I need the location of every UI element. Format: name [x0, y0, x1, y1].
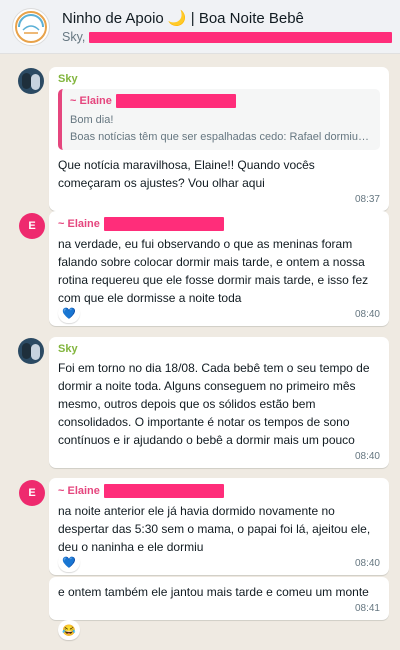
- reaction-badge[interactable]: 😂: [58, 620, 80, 640]
- message-time: 08:40: [354, 558, 380, 569]
- elaine-avatar[interactable]: E: [19, 480, 45, 506]
- message-text: na verdade, eu fui observando o que as m…: [58, 237, 369, 305]
- blue-heart-icon: 💙: [62, 556, 76, 569]
- chat-area[interactable]: Sky ~ Elaine Bom dia! Boas notícias têm …: [0, 54, 400, 650]
- sender-name[interactable]: Sky: [58, 343, 380, 355]
- message-time: 08:37: [354, 194, 380, 205]
- quoted-line-1: Bom dia!: [70, 114, 114, 126]
- message-bubble[interactable]: ~ Elaine na noite anterior ele já havia …: [49, 478, 389, 575]
- sender-name[interactable]: Sky: [58, 73, 380, 85]
- sender-header[interactable]: ~ Elaine: [58, 484, 380, 498]
- message-time: 08:40: [354, 309, 380, 320]
- message-time: 08:41: [354, 603, 380, 614]
- message-text: Que notícia maravilhosa, Elaine!! Quando…: [58, 158, 315, 190]
- sender-name[interactable]: ~ Elaine: [58, 218, 100, 230]
- redacted-participants: [89, 31, 392, 43]
- group-logo-icon: [15, 10, 47, 43]
- quoted-author-name: ~ Elaine: [70, 95, 112, 107]
- message-text: Foi em torno no dia 18/08. Cada bebê tem…: [58, 361, 370, 447]
- chat-title: Ninho de Apoio 🌙 | Boa Noite Bebê: [62, 10, 304, 27]
- elaine-avatar[interactable]: E: [19, 213, 45, 239]
- reaction-badge[interactable]: 💙: [58, 552, 80, 572]
- redacted-name: [103, 217, 224, 231]
- message-bubble[interactable]: ~ Elaine na verdade, eu fui observando o…: [49, 211, 389, 326]
- message-text: na noite anterior ele já havia dormido n…: [58, 504, 371, 554]
- reaction-badge[interactable]: 💙: [58, 303, 80, 323]
- sky-avatar[interactable]: [18, 68, 44, 94]
- laughing-icon: 😂: [62, 624, 76, 637]
- chat-header[interactable]: Ninho de Apoio 🌙 | Boa Noite Bebê Sky,: [0, 0, 400, 54]
- participants-list: Sky,: [62, 30, 392, 44]
- redacted-name: [115, 94, 236, 108]
- message-bubble[interactable]: e ontem também ele jantou mais tarde e c…: [49, 577, 389, 620]
- quoted-line-2: Boas notícias têm que ser espalhadas ced…: [70, 131, 372, 143]
- sender-name[interactable]: ~ Elaine: [58, 485, 100, 497]
- sender-header[interactable]: ~ Elaine: [58, 217, 380, 231]
- redacted-name: [103, 484, 224, 498]
- message-bubble[interactable]: Sky ~ Elaine Bom dia! Boas notícias têm …: [49, 67, 389, 211]
- quoted-message[interactable]: ~ Elaine Bom dia! Boas notícias têm que …: [58, 89, 380, 150]
- blue-heart-icon: 💙: [62, 307, 76, 320]
- group-avatar[interactable]: [12, 7, 50, 46]
- quoted-author: ~ Elaine: [70, 94, 372, 108]
- message-time: 08:40: [354, 451, 380, 462]
- message-bubble[interactable]: Sky Foi em torno no dia 18/08. Cada bebê…: [49, 337, 389, 468]
- sky-avatar[interactable]: [18, 338, 44, 364]
- participants-prefix: Sky,: [62, 30, 86, 44]
- message-text: e ontem também ele jantou mais tarde e c…: [58, 585, 369, 599]
